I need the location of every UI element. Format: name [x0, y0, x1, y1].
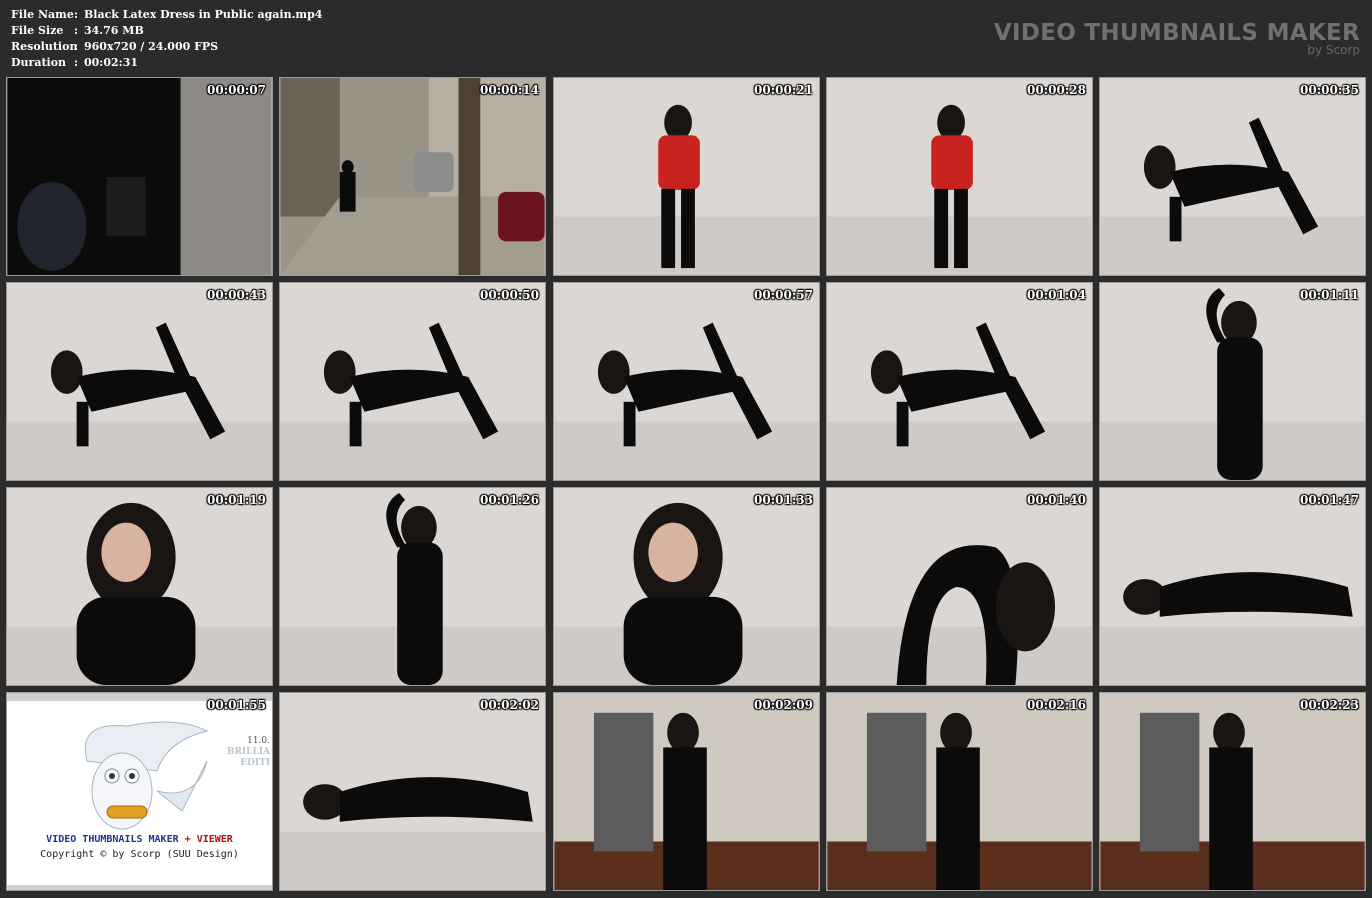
timestamp: 00:00:50 [480, 288, 539, 302]
file-name-value: Black Latex Dress in Public again.mp4 [84, 8, 323, 21]
video-frame-art [1100, 693, 1365, 890]
video-frame-art [827, 693, 1092, 890]
video-frame-art [280, 693, 545, 890]
video-frame-art [7, 283, 272, 480]
file-name-label: File Name [11, 8, 74, 21]
file-name-row: File Name : Black Latex Dress in Public … [11, 7, 322, 23]
thumbnail[interactable]: 00:00:07 [6, 77, 273, 276]
thumbnail[interactable]: 00:01:19 [6, 487, 273, 686]
video-frame-art [554, 488, 819, 685]
separator: : [74, 40, 79, 53]
copyright-text: Copyright © by Scorp (SUU Design) [40, 849, 239, 860]
file-info: File Name : Black Latex Dress in Public … [11, 7, 322, 71]
timestamp: 00:00:43 [207, 288, 266, 302]
resolution-row: Resolution : 960x720 / 24.000 FPS [11, 39, 322, 55]
separator: : [74, 56, 79, 69]
timestamp: 00:01:33 [754, 493, 813, 507]
timestamp: 00:02:09 [754, 698, 813, 712]
duration-value: 00:02:31 [84, 56, 139, 69]
video-frame-art [7, 78, 272, 275]
video-frame-art [554, 78, 819, 275]
timestamp: 00:00:35 [1300, 83, 1359, 97]
timestamp: 00:01:55 [207, 698, 266, 712]
timestamp: 00:01:47 [1300, 493, 1359, 507]
thumbnail[interactable]: 00:00:57 [553, 282, 820, 481]
timestamp: 00:00:14 [480, 83, 539, 97]
video-frame-art [827, 283, 1092, 480]
video-frame-art [280, 283, 545, 480]
timestamp: 00:02:02 [480, 698, 539, 712]
thumbnail[interactable]: 00:01:26 [279, 487, 546, 686]
thumbnail[interactable]: 00:00:21 [553, 77, 820, 276]
timestamp: 00:00:28 [1027, 83, 1086, 97]
thumbnail[interactable]: 00:01:33 [553, 487, 820, 686]
version-text: 11.0. BRILLIA EDITI [227, 736, 270, 769]
video-frame-art [280, 78, 545, 275]
video-frame-art [280, 488, 545, 685]
video-frame-art [827, 78, 1092, 275]
timestamp: 00:02:23 [1300, 698, 1359, 712]
thumbnail[interactable]: 00:00:50 [279, 282, 546, 481]
product-name: VIDEO THUMBNAILS MAKER [46, 834, 179, 845]
thumbnail[interactable]: 00:00:28 [826, 77, 1093, 276]
file-size-row: File Size : 34.76 MB [11, 23, 322, 39]
thumbnail[interactable]: 00:02:02 [279, 692, 546, 891]
separator: : [74, 24, 79, 37]
video-frame-art [827, 488, 1092, 685]
file-size-value: 34.76 MB [84, 24, 144, 37]
timestamp: 00:01:11 [1300, 288, 1359, 302]
thumbnail[interactable]: 00:02:09 [553, 692, 820, 891]
duration-row: Duration : 00:02:31 [11, 55, 322, 71]
timestamp: 00:01:40 [1027, 493, 1086, 507]
separator: : [74, 8, 79, 21]
thumbnail[interactable]: 00:00:14 [279, 77, 546, 276]
timestamp: 00:02:16 [1027, 698, 1086, 712]
video-frame-art [7, 488, 272, 685]
video-frame-art [554, 693, 819, 890]
timestamp: 00:00:21 [754, 83, 813, 97]
resolution-label: Resolution [11, 40, 78, 53]
edition-line-1: BRILLIA [226, 747, 270, 757]
logo-product-name: VIDEO THUMBNAILS MAKER + VIEWER [7, 834, 272, 845]
duration-label: Duration [11, 56, 67, 69]
brand-watermark: VIDEO THUMBNAILS MAKER by Scorp [994, 20, 1360, 57]
thumbnail[interactable]: 00:01:04 [826, 282, 1093, 481]
timestamp: 00:00:07 [207, 83, 266, 97]
thumbnail[interactable]: 00:02:23 [1099, 692, 1366, 891]
video-frame-art [1100, 78, 1365, 275]
thumbnail-grid: 00:00:07 00:00:14 00:00:21 00:00:28 00:00:35… [6, 77, 1366, 893]
video-frame-art [1100, 488, 1365, 685]
video-frame-art [554, 283, 819, 480]
thumbnail[interactable]: 00:01:47 [1099, 487, 1366, 686]
thumbnail[interactable]: 00:00:43 [6, 282, 273, 481]
timestamp: 00:01:19 [207, 493, 266, 507]
version-number: 11.0. [247, 736, 270, 746]
timestamp: 00:00:57 [754, 288, 813, 302]
thumbnail[interactable]: 11.0. BRILLIA EDITI VIDEO THUMBNAILS MAKER … [6, 692, 273, 891]
resolution-value: 960x720 / 24.000 FPS [84, 40, 219, 53]
product-suffix: + VIEWER [184, 834, 233, 845]
thumbnail[interactable]: 00:02:16 [826, 692, 1093, 891]
thumbnail[interactable]: 00:00:35 [1099, 77, 1366, 276]
timestamp: 00:01:26 [480, 493, 539, 507]
thumbnail[interactable]: 00:01:40 [826, 487, 1093, 686]
thumbnail[interactable]: 00:01:11 [1099, 282, 1366, 481]
brand-title: VIDEO THUMBNAILS MAKER [993, 20, 1360, 46]
file-size-label: File Size [11, 24, 64, 37]
video-frame-art [1100, 283, 1365, 480]
timestamp: 00:01:04 [1027, 288, 1086, 302]
app-logo-card: 11.0. BRILLIA EDITI VIDEO THUMBNAILS MAKER … [7, 701, 272, 885]
edition-line-2: EDITI [240, 758, 270, 768]
